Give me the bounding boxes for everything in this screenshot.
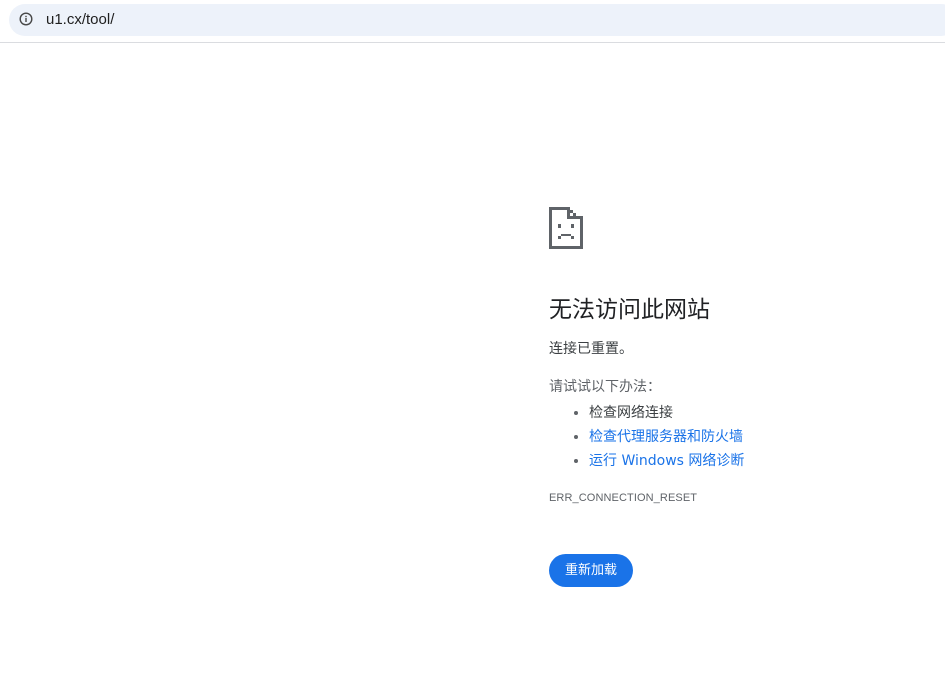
sad-page-icon xyxy=(549,207,583,249)
suggestion-item: 运行 Windows 网络诊断 xyxy=(589,449,929,473)
error-description: 连接已重置。 xyxy=(549,341,633,357)
reload-button[interactable]: 重新加载 xyxy=(549,554,634,587)
browser-toolbar: u1.cx/tool/ xyxy=(0,0,945,43)
error-code: ERR_CONNECTION_RESET xyxy=(549,492,698,504)
suggestions-intro: 请试试以下办法： xyxy=(549,379,661,395)
suggestion-item: 检查代理服务器和防火墙 xyxy=(589,425,929,449)
info-circle-icon[interactable] xyxy=(19,12,33,26)
address-bar[interactable]: u1.cx/tool/ xyxy=(9,4,945,36)
suggestions-list: 检查网络连接 检查代理服务器和防火墙 运行 Windows 网络诊断 xyxy=(549,401,929,473)
page-title: 无法访问此网站 xyxy=(549,297,710,323)
url-text[interactable]: u1.cx/tool/ xyxy=(46,10,114,30)
suggestion-item: 检查网络连接 xyxy=(589,401,929,425)
suggestion-check-proxy-link[interactable]: 检查代理服务器和防火墙 xyxy=(589,429,743,445)
suggestion-run-diagnostics-link[interactable]: 运行 Windows 网络诊断 xyxy=(589,453,744,469)
suggestion-check-network: 检查网络连接 xyxy=(589,405,673,421)
error-content: 无法访问此网站 连接已重置。 请试试以下办法： 检查网络连接 检查代理服务器和防… xyxy=(549,207,929,587)
